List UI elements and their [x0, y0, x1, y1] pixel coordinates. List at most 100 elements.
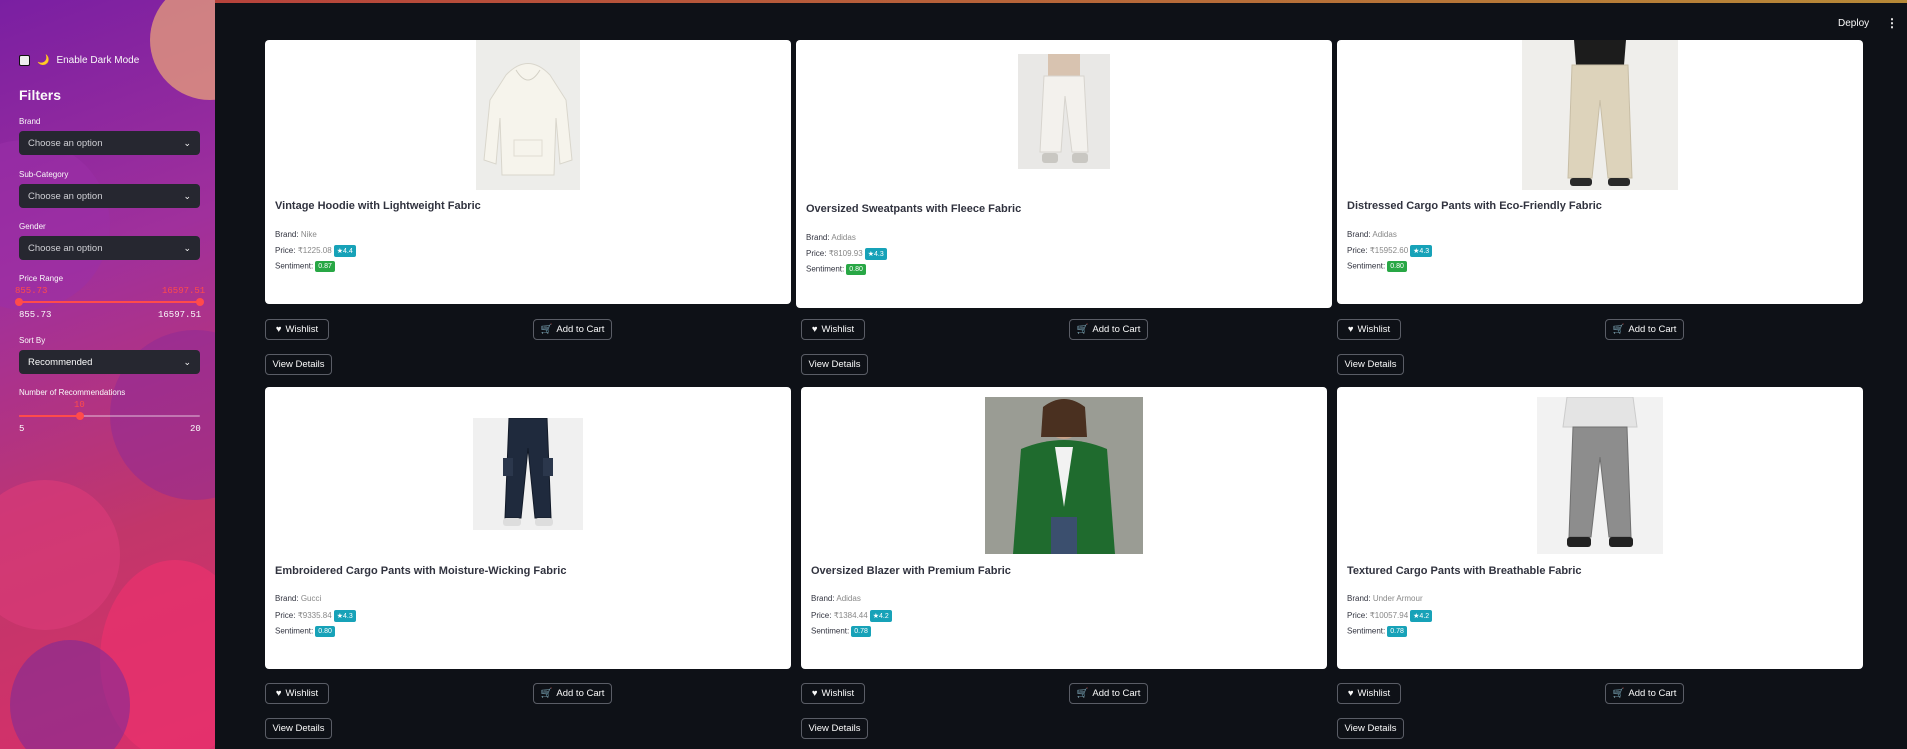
cart-icon: 🛒	[540, 324, 553, 335]
product-brand: Brand: Gucci	[275, 594, 322, 603]
sentiment-badge: 0.80	[315, 626, 335, 637]
wishlist-button[interactable]: ♥ Wishlist	[801, 319, 865, 340]
add-to-cart-button[interactable]: 🛒 Add to Cart	[1605, 319, 1684, 340]
cart-icon: 🛒	[540, 688, 553, 699]
product-card: Vintage Hoodie with Lightweight Fabric B…	[265, 40, 791, 304]
heart-icon: ♥	[811, 688, 818, 699]
gender-select[interactable]: Choose an option ⌄	[19, 236, 200, 260]
product-title: Textured Cargo Pants with Breathable Fab…	[1347, 565, 1582, 577]
heart-icon: ♥	[1347, 324, 1354, 335]
price-range-high-handle[interactable]	[196, 298, 204, 306]
cart-icon: 🛒	[1612, 688, 1625, 699]
price-range-track	[19, 301, 200, 303]
dark-mode-checkbox[interactable]	[19, 55, 30, 66]
product-title: Oversized Blazer with Premium Fabric	[811, 565, 1011, 577]
price-range-low-value: 855.73	[15, 286, 48, 296]
brand-value: Adidas	[836, 594, 861, 603]
rating-badge: ★4.4	[333, 245, 356, 257]
top-progress-line	[0, 0, 1907, 3]
cart-icon: 🛒	[1612, 324, 1625, 335]
product-image-blazer	[985, 397, 1143, 554]
view-details-button[interactable]: View Details	[1337, 718, 1404, 739]
sentiment-badge: 0.80	[1387, 261, 1407, 272]
heart-icon: ♥	[811, 324, 818, 335]
sort-by-label: Sort By	[19, 336, 46, 345]
num-recommendations-label: Number of Recommendations	[19, 388, 126, 397]
product-card: Textured Cargo Pants with Breathable Fab…	[1337, 387, 1863, 669]
price-range-max: 16597.51	[158, 310, 202, 320]
view-details-button[interactable]: View Details	[265, 354, 332, 375]
gender-label: Gender	[19, 222, 46, 231]
price-range-min: 855.73	[19, 310, 52, 320]
wishlist-button[interactable]: ♥ Wishlist	[265, 319, 329, 340]
num-recommendations-value: 10	[74, 400, 85, 410]
wishlist-button[interactable]: ♥ Wishlist	[1337, 319, 1401, 340]
wishlist-button[interactable]: ♥ Wishlist	[265, 683, 329, 704]
num-recommendations-min: 5	[19, 424, 25, 434]
heart-icon: ♥	[275, 324, 282, 335]
product-price: Price: ₹9335.84 ★4.3	[275, 610, 356, 622]
brand-value: Nike	[300, 230, 317, 239]
product-price: Price: ₹10057.94 ★4.2	[1347, 610, 1433, 622]
product-brand: Brand: Adidas	[1347, 230, 1397, 239]
view-details-button[interactable]: View Details	[265, 718, 332, 739]
add-to-cart-button[interactable]: 🛒 Add to Cart	[1069, 683, 1148, 704]
rating-badge: ★4.3	[1410, 245, 1433, 257]
product-image-hoodie	[476, 40, 580, 190]
brand-select-value: Choose an option	[28, 137, 103, 149]
product-price: Price: ₹8109.93 ★4.3	[806, 248, 887, 260]
rating-badge: ★4.3	[333, 610, 356, 622]
product-sentiment: Sentiment: 0.80	[1347, 261, 1407, 272]
add-to-cart-button[interactable]: 🛒 Add to Cart	[533, 319, 612, 340]
product-sentiment: Sentiment: 0.87	[275, 261, 335, 272]
product-title: Distressed Cargo Pants with Eco-Friendly…	[1347, 200, 1602, 212]
brand-select[interactable]: Choose an option ⌄	[19, 131, 200, 155]
subcategory-select[interactable]: Choose an option ⌄	[19, 184, 200, 208]
sentiment-badge: 0.80	[846, 264, 866, 275]
view-details-button[interactable]: View Details	[801, 354, 868, 375]
product-brand: Brand: Under Armour	[1347, 594, 1423, 603]
subcategory-label: Sub-Category	[19, 170, 69, 179]
add-to-cart-button[interactable]: 🛒 Add to Cart	[1605, 683, 1684, 704]
heart-icon: ♥	[275, 688, 282, 699]
deploy-button[interactable]: Deploy	[1838, 18, 1869, 29]
product-title: Embroidered Cargo Pants with Moisture-Wi…	[275, 565, 567, 577]
product-image-cargo-beige	[1522, 40, 1678, 190]
brand-value: Gucci	[300, 594, 322, 603]
product-title: Oversized Sweatpants with Fleece Fabric	[806, 203, 1022, 215]
main-menu-icon[interactable]: ⋮	[1886, 16, 1898, 30]
chevron-down-icon: ⌄	[183, 242, 191, 253]
moon-icon: 🌙	[37, 55, 50, 66]
num-recommendations-handle[interactable]	[76, 412, 84, 420]
view-details-button[interactable]: View Details	[801, 718, 868, 739]
product-brand: Brand: Adidas	[806, 233, 856, 242]
filters-title: Filters	[19, 87, 62, 103]
price-range-high-value: 16597.51	[162, 286, 206, 296]
num-recommendations-max: 20	[190, 424, 201, 434]
sort-by-select[interactable]: Recommended ⌄	[19, 350, 200, 374]
view-details-button[interactable]: View Details	[1337, 354, 1404, 375]
price-range-low-handle[interactable]	[15, 298, 23, 306]
cart-icon: 🛒	[1076, 688, 1089, 699]
price-value: ₹8109.93	[828, 249, 863, 259]
add-to-cart-button[interactable]: 🛒 Add to Cart	[1069, 319, 1148, 340]
price-range-label: Price Range	[19, 274, 64, 283]
add-to-cart-button[interactable]: 🛒 Add to Cart	[533, 683, 612, 704]
num-recommendations-fill	[19, 415, 80, 417]
subcategory-select-value: Choose an option	[28, 190, 103, 202]
price-value: ₹15952.60	[1369, 246, 1409, 256]
wishlist-button[interactable]: ♥ Wishlist	[801, 683, 865, 704]
product-card: Embroidered Cargo Pants with Moisture-Wi…	[265, 387, 791, 669]
price-value: ₹9335.84	[297, 611, 332, 621]
dark-mode-toggle[interactable]: 🌙 Enable Dark Mode	[19, 55, 139, 66]
product-price: Price: ₹1384.44 ★4.2	[811, 610, 892, 622]
wishlist-button[interactable]: ♥ Wishlist	[1337, 683, 1401, 704]
product-sentiment: Sentiment: 0.80	[806, 264, 866, 275]
brand-value: Under Armour	[1372, 594, 1423, 603]
product-brand: Brand: Adidas	[811, 594, 861, 603]
product-sentiment: Sentiment: 0.78	[1347, 626, 1407, 637]
product-card: Oversized Sweatpants with Fleece Fabric …	[796, 40, 1332, 308]
brand-value: Adidas	[831, 233, 856, 242]
product-sentiment: Sentiment: 0.80	[275, 626, 335, 637]
chevron-down-icon: ⌄	[183, 190, 191, 201]
